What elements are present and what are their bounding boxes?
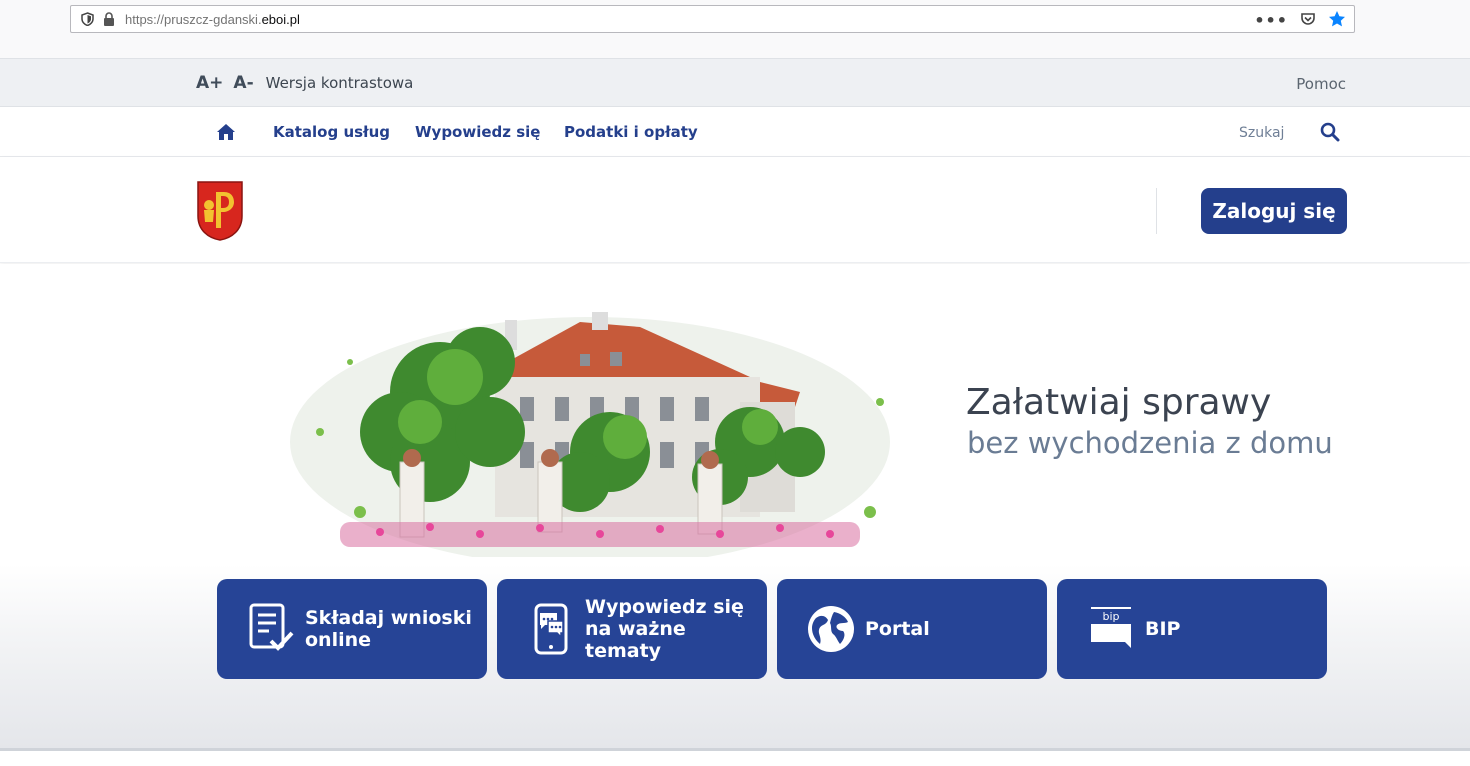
tile-label: Portal bbox=[865, 618, 930, 640]
tile-label: online bbox=[305, 629, 372, 651]
search-icon[interactable] bbox=[1320, 122, 1340, 142]
tile-skladaj-wnioski[interactable]: Składaj wnioski online bbox=[217, 579, 487, 679]
bip-icon: bip bbox=[1085, 603, 1137, 655]
nav-podatki-i-oplaty[interactable]: Podatki i opłaty bbox=[564, 123, 698, 141]
document-check-icon bbox=[245, 603, 297, 655]
footer-strip bbox=[0, 751, 1470, 766]
site-header: Zaloguj się bbox=[0, 157, 1470, 263]
header-divider bbox=[1156, 188, 1157, 234]
help-link[interactable]: Pomoc bbox=[1296, 75, 1346, 93]
main-nav: Katalog usług Wypowiedz się Podatki i op… bbox=[0, 107, 1470, 157]
coat-of-arms-logo[interactable] bbox=[196, 180, 244, 241]
font-decrease-button[interactable]: A- bbox=[233, 73, 253, 93]
login-button[interactable]: Zaloguj się bbox=[1201, 188, 1347, 234]
accessibility-bar: A+ A- Wersja kontrastowa Pomoc bbox=[0, 58, 1470, 107]
bip-icon-text: bip bbox=[1102, 610, 1119, 623]
nav-katalog-uslug[interactable]: Katalog usług bbox=[273, 123, 390, 141]
contrast-version-link[interactable]: Wersja kontrastowa bbox=[266, 74, 414, 92]
tile-portal[interactable]: Portal bbox=[777, 579, 1047, 679]
tile-label: tematy bbox=[585, 640, 662, 662]
more-actions-icon[interactable]: ••• bbox=[1254, 13, 1288, 29]
font-increase-button[interactable]: A+ bbox=[196, 73, 223, 93]
address-bar[interactable]: https://pruszcz-gdanski.eboi.pl ••• bbox=[70, 5, 1355, 33]
tile-bip[interactable]: bip BIP bbox=[1057, 579, 1327, 679]
tile-label: na ważne bbox=[585, 618, 686, 640]
tile-label: Składaj wnioski bbox=[305, 607, 472, 629]
browser-toolbar: https://pruszcz-gdanski.eboi.pl ••• bbox=[0, 0, 1470, 58]
tile-wypowiedz-sie[interactable]: Wypowiedz się na ważne tematy bbox=[497, 579, 767, 679]
search-label[interactable]: Szukaj bbox=[1239, 125, 1284, 141]
phone-chat-icon bbox=[525, 603, 577, 655]
home-icon[interactable] bbox=[216, 123, 236, 141]
hero-subtitle: bez wychodzenia z domu bbox=[967, 426, 1333, 460]
tile-label: Wypowiedz się bbox=[585, 596, 744, 618]
tile-label: BIP bbox=[1145, 618, 1181, 640]
pocket-icon[interactable] bbox=[1300, 11, 1316, 31]
town-hall-illustration bbox=[290, 312, 890, 557]
hero-title: Załatwiaj sprawy bbox=[966, 382, 1272, 423]
bookmark-star-icon[interactable] bbox=[1328, 10, 1346, 32]
lock-icon[interactable] bbox=[101, 11, 117, 27]
hero-section: Załatwiaj sprawy bez wychodzenia z domu … bbox=[0, 264, 1470, 750]
nav-wypowiedz-sie[interactable]: Wypowiedz się bbox=[415, 123, 540, 141]
globe-icon bbox=[805, 603, 857, 655]
shield-icon[interactable] bbox=[79, 11, 95, 27]
url-text[interactable]: https://pruszcz-gdanski.eboi.pl bbox=[125, 12, 300, 27]
